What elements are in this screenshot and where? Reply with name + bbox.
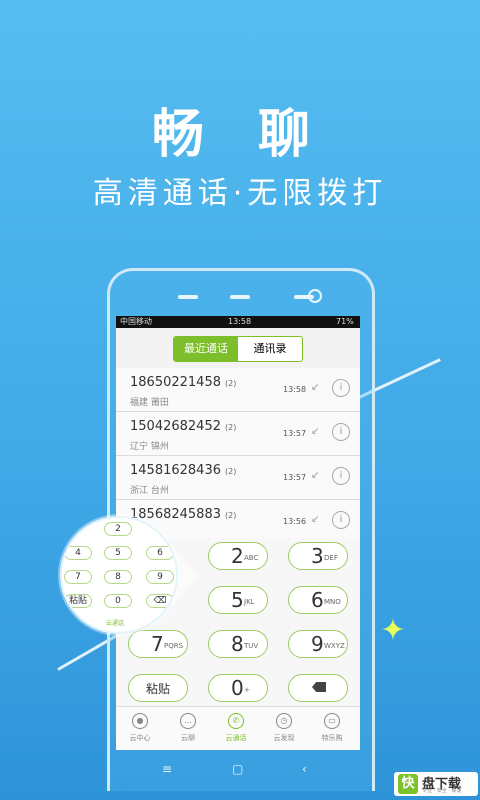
zoom-key-0: 0 <box>104 594 132 608</box>
call-number: 18650221458 <box>130 375 221 390</box>
info-icon[interactable]: i <box>332 467 350 485</box>
logo-mark: 快 <box>398 774 418 794</box>
chat-icon: … <box>180 713 196 729</box>
zoom-key-9: 9 <box>146 570 174 584</box>
call-tabs: 最近通话 通讯录 <box>173 336 303 362</box>
incoming-call-icon: ↙ <box>311 426 320 437</box>
call-row[interactable]: 15042682452 (2) 辽宁 锦州 13:57 ↙ i <box>116 412 360 456</box>
call-count: (2) <box>224 511 237 520</box>
incoming-call-icon: ↙ <box>311 470 320 481</box>
person-icon: ● <box>132 713 148 729</box>
phone-soft-keys: ≡ ▢ ‹ <box>116 756 360 786</box>
info-icon[interactable]: i <box>332 511 350 529</box>
zoom-key-paste: 粘贴 <box>64 594 92 608</box>
tab-recent-calls[interactable]: 最近通话 <box>174 337 238 361</box>
call-row[interactable]: 14581628436 (2) 浙江 台州 13:57 ↙ i <box>116 456 360 500</box>
zoom-key-8: 8 <box>104 570 132 584</box>
call-number: 14581628436 <box>130 463 221 478</box>
dial-key-5[interactable]: 5 JKL <box>208 586 268 614</box>
call-time: 13:57 <box>283 429 307 438</box>
status-bar: 中国移动 13:58 71% <box>116 316 360 328</box>
status-time: 13:58 <box>228 317 252 326</box>
nav-item-discover[interactable]: ◷ 云发现 <box>260 707 308 750</box>
nav-item-cloud-chat[interactable]: … 云聊 <box>164 707 212 750</box>
promo-title: 畅 聊 <box>151 105 329 165</box>
call-location: 浙江 台州 <box>130 486 169 496</box>
zoom-key-4: 4 <box>64 546 92 560</box>
dial-key-9[interactable]: 9 WXYZ <box>288 630 348 658</box>
call-count: (2) <box>224 423 237 432</box>
dial-key-0[interactable]: 0 + <box>208 674 268 702</box>
clock-icon: ◷ <box>276 713 292 729</box>
zoom-nav-label: 云通话 <box>106 620 125 627</box>
back-icon[interactable]: ‹ <box>302 762 307 776</box>
incoming-call-icon: ↙ <box>311 514 320 525</box>
call-number: 15042682452 <box>130 419 221 434</box>
battery-level: 71% <box>336 317 354 326</box>
info-icon[interactable]: i <box>332 379 350 397</box>
phone-icon: ✆ <box>228 713 244 729</box>
zoom-key-7: 7 <box>64 570 92 584</box>
backspace-button[interactable] <box>288 674 348 702</box>
dial-key-8[interactable]: 8 TUV <box>208 630 268 658</box>
download-site-logo: 快 盘下载 专业 · 安全 · 高速 <box>394 772 478 796</box>
call-time: 13:58 <box>283 385 307 394</box>
call-row[interactable]: 18650221458 (2) 福建 莆田 13:58 ↙ i <box>116 368 360 412</box>
recent-call-list: 18650221458 (2) 福建 莆田 13:58 ↙ i 150426824… <box>116 368 360 544</box>
tab-contacts[interactable]: 通讯录 <box>238 337 302 361</box>
camera-icon <box>308 289 322 303</box>
call-time: 13:56 <box>283 517 307 526</box>
call-location: 辽宁 锦州 <box>130 442 169 452</box>
call-count: (2) <box>224 467 237 476</box>
call-count: (2) <box>224 379 237 388</box>
keypad-zoom-lens: 2 4 5 6 7 8 9 粘贴 0 ⌫ 云通话 <box>60 516 178 634</box>
paste-button[interactable]: 粘贴 <box>128 674 188 702</box>
sparkle-icon: ✦ <box>380 613 406 648</box>
bottom-navigation: ● 云中心 … 云聊 ✆ 云通话 ◷ 云发现 ▭ 特乐购 <box>116 706 360 750</box>
speaker-grille <box>178 295 198 299</box>
backspace-icon <box>312 682 326 692</box>
call-time: 13:57 <box>283 473 307 482</box>
zoom-backspace-icon: ⌫ <box>146 594 174 608</box>
zoom-key-2: 2 <box>104 522 132 536</box>
nav-item-shop[interactable]: ▭ 特乐购 <box>308 707 356 750</box>
carrier-label: 中国移动 <box>120 317 152 326</box>
speaker-grille <box>230 295 250 299</box>
call-number: 18568245883 <box>130 507 221 522</box>
menu-icon[interactable]: ≡ <box>162 762 172 776</box>
dial-key-6[interactable]: 6 MNO <box>288 586 348 614</box>
dial-key-2[interactable]: 2 ABC <box>208 542 268 570</box>
zoom-key-5: 5 <box>104 546 132 560</box>
nav-item-cloud-center[interactable]: ● 云中心 <box>116 707 164 750</box>
dial-key-7[interactable]: 7 PQRS <box>128 630 188 658</box>
promo-subtitle: 高清通话·无限拨打 <box>92 176 388 211</box>
nav-item-cloud-call[interactable]: ✆ 云通话 <box>212 707 260 750</box>
dial-key-3[interactable]: 3 DEF <box>288 542 348 570</box>
logo-tagline: 专业 · 安全 · 高速 <box>422 788 462 794</box>
zoom-key-6: 6 <box>146 546 174 560</box>
info-icon[interactable]: i <box>332 423 350 441</box>
shop-icon: ▭ <box>324 713 340 729</box>
home-icon[interactable]: ▢ <box>232 762 243 776</box>
call-location: 福建 莆田 <box>130 398 169 408</box>
incoming-call-icon: ↙ <box>311 382 320 393</box>
